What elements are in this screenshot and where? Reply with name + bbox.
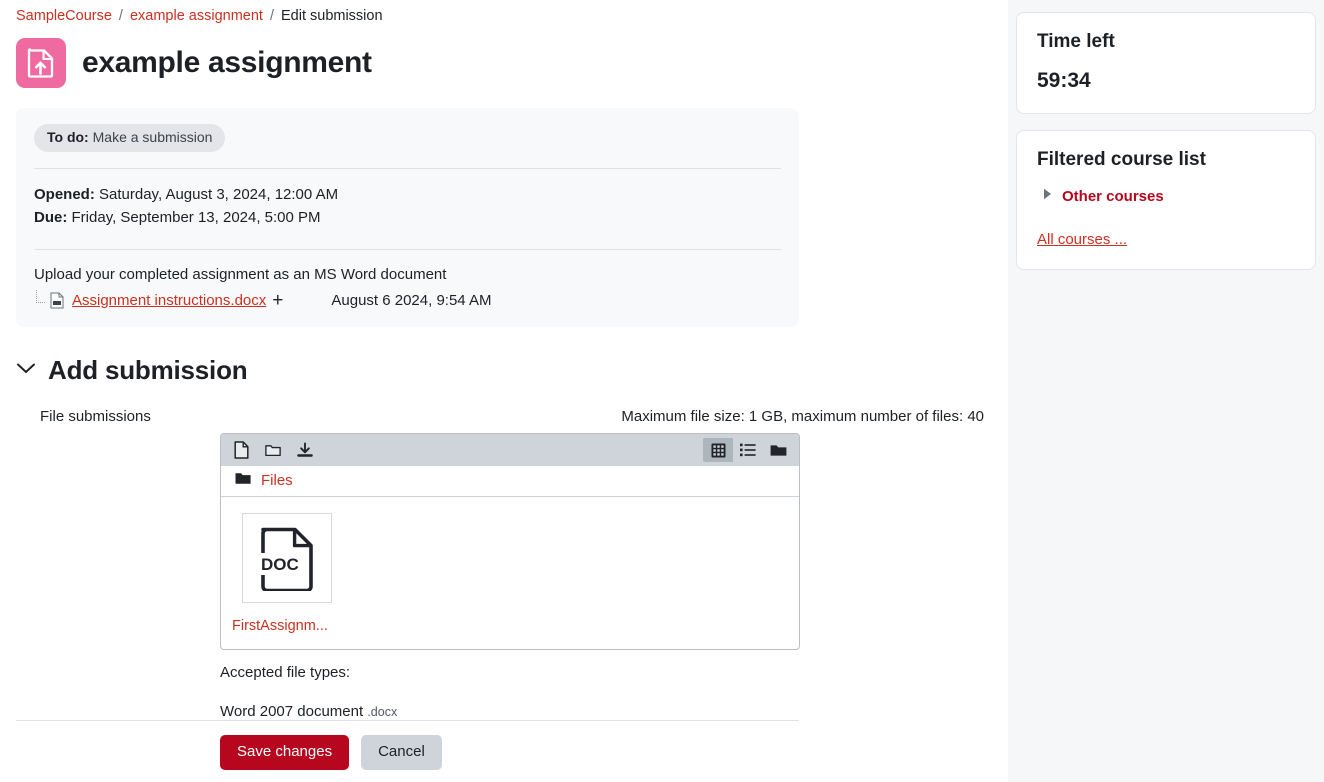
- due-value: Friday, September 13, 2024, 5:00 PM: [72, 209, 321, 226]
- tree-view-button[interactable]: [763, 438, 793, 462]
- page-title: example assignment: [82, 45, 372, 81]
- file-manager-body[interactable]: DOC FirstAssignm...: [221, 497, 799, 649]
- doc-file-icon[interactable]: DOC: [242, 513, 332, 603]
- attachment-link[interactable]: Assignment instructions.docx: [72, 292, 266, 309]
- file-submissions-field: Maximum file size: 1 GB, maximum number …: [220, 408, 1008, 720]
- accepted-file-type-row: Word 2007 document .docx: [220, 703, 984, 720]
- accepted-type-name: Word 2007 document: [220, 703, 363, 720]
- assignment-info-card: To do: Make a submission Opened: Saturda…: [16, 108, 799, 327]
- file-manager-toolbar: [221, 434, 799, 466]
- folder-icon: [235, 472, 251, 489]
- accepted-type-extension: .docx: [367, 705, 397, 719]
- plus-icon[interactable]: +: [272, 294, 283, 308]
- max-file-info: Maximum file size: 1 GB, maximum number …: [220, 408, 984, 425]
- add-submission-header[interactable]: Add submission: [16, 355, 1008, 386]
- save-changes-button[interactable]: Save changes: [220, 735, 349, 770]
- view-toggle-group: [703, 438, 793, 462]
- breadcrumb-separator: /: [119, 8, 123, 24]
- block-title-course-list: Filtered course list: [1037, 149, 1295, 171]
- tree-line-icon: [34, 294, 48, 308]
- opened-label: Opened:: [34, 186, 95, 203]
- breadcrumb-item-course[interactable]: SampleCourse: [16, 8, 112, 24]
- grid-view-button[interactable]: [703, 438, 733, 462]
- cancel-button[interactable]: Cancel: [361, 735, 442, 770]
- file-manager[interactable]: Files DOC F: [220, 433, 800, 650]
- divider: [34, 168, 781, 169]
- download-all-button[interactable]: [291, 438, 319, 462]
- breadcrumb-item-current: Edit submission: [281, 8, 383, 24]
- breadcrumb-item-assignment[interactable]: example assignment: [130, 8, 263, 24]
- due-label: Due:: [34, 209, 67, 226]
- assignment-upload-icon: [16, 38, 66, 88]
- accepted-file-types-label: Accepted file types:: [220, 664, 984, 681]
- page-header: example assignment: [0, 24, 1008, 88]
- block-title-time-left: Time left: [1037, 31, 1295, 53]
- all-courses-link[interactable]: All courses ...: [1037, 231, 1127, 248]
- due-row: Due: Friday, September 13, 2024, 5:00 PM: [34, 206, 781, 229]
- file-manager-path: Files: [221, 466, 799, 497]
- breadcrumb: SampleCourse / example assignment / Edit…: [0, 0, 1008, 24]
- block-time-left: Time left 59:34: [1016, 12, 1316, 114]
- opened-value: Saturday, August 3, 2024, 12:00 AM: [99, 186, 338, 203]
- assignment-intro-text: Upload your completed assignment as an M…: [34, 264, 781, 286]
- course-category-label: Other courses: [1062, 188, 1164, 205]
- time-left-value: 59:34: [1037, 69, 1295, 93]
- block-filtered-course-list: Filtered course list Other courses All c…: [1016, 130, 1316, 270]
- triangle-right-icon[interactable]: [1043, 187, 1052, 205]
- path-link-files[interactable]: Files: [261, 472, 293, 489]
- todo-text: Make a submission: [93, 129, 213, 145]
- page-root: SampleCourse / example assignment / Edit…: [0, 0, 1324, 782]
- chevron-down-icon[interactable]: [16, 362, 36, 380]
- file-name[interactable]: FirstAssignm...: [231, 618, 343, 634]
- attachment-row: Assignment instructions.docx + August 6 …: [34, 292, 781, 309]
- file-item[interactable]: DOC FirstAssignm...: [231, 513, 343, 634]
- form-actions: Save changes Cancel: [220, 735, 442, 770]
- main-content: SampleCourse / example assignment / Edit…: [0, 0, 1008, 782]
- list-view-button[interactable]: [733, 438, 763, 462]
- file-submissions-label: File submissions: [40, 408, 220, 720]
- create-folder-button[interactable]: [259, 438, 287, 462]
- status-badge: To do: Make a submission: [34, 124, 225, 152]
- add-file-button[interactable]: [227, 438, 255, 462]
- divider: [34, 249, 781, 250]
- course-category-other-courses[interactable]: Other courses: [1043, 187, 1295, 205]
- todo-label: To do:: [47, 129, 89, 145]
- attachment-date: August 6 2024, 9:54 AM: [331, 292, 491, 309]
- file-submissions-row: File submissions Maximum file size: 1 GB…: [0, 408, 1008, 720]
- right-drawer: Time left 59:34 Filtered course list Oth…: [1008, 0, 1324, 782]
- breadcrumb-separator: /: [270, 8, 274, 24]
- doc-file-icon: [50, 292, 64, 309]
- section-title: Add submission: [48, 355, 247, 386]
- svg-text:DOC: DOC: [261, 555, 299, 574]
- opened-row: Opened: Saturday, August 3, 2024, 12:00 …: [34, 183, 781, 206]
- footer-divider: [16, 720, 799, 721]
- assignment-dates: Opened: Saturday, August 3, 2024, 12:00 …: [34, 183, 781, 229]
